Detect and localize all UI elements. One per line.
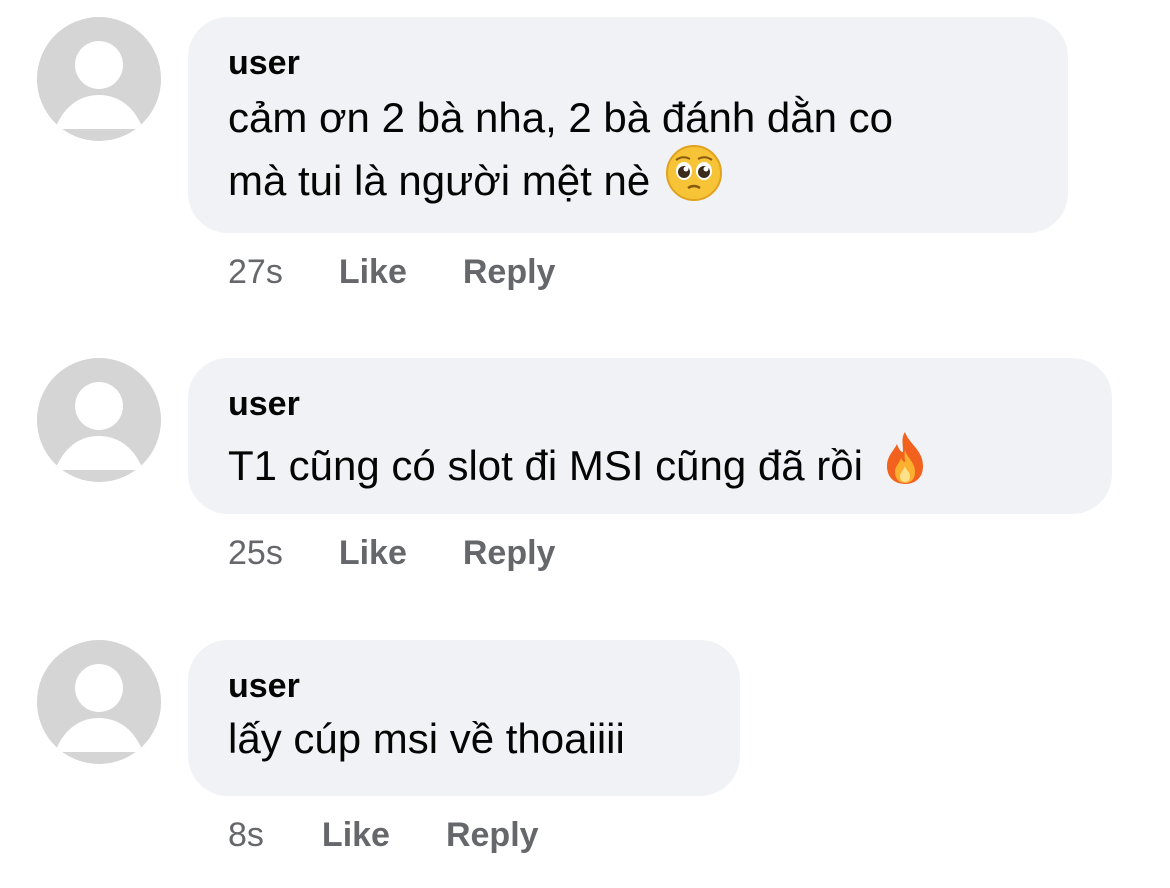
- avatar[interactable]: [37, 17, 161, 141]
- comment-text-line: mà tui là người mệt nè: [228, 157, 651, 204]
- reply-button[interactable]: Reply: [446, 815, 539, 855]
- default-user-icon: [37, 640, 161, 764]
- comment-time: 27s: [228, 253, 283, 291]
- comment-text: T1 cũng có slot đi MSI cũng đã rồi: [228, 430, 1072, 499]
- avatar[interactable]: [37, 640, 161, 764]
- comment-actions: 27s Like Reply: [228, 252, 555, 292]
- comment-text-line: T1 cũng có slot đi MSI cũng đã rồi: [228, 442, 863, 489]
- default-user-icon: [37, 358, 161, 482]
- comment-bubble: user T1 cũng có slot đi MSI cũng đã rồi: [188, 358, 1112, 514]
- comment-author[interactable]: user: [228, 384, 1072, 424]
- comment-bubble: user lấy cúp msi về thoaiiii: [188, 640, 740, 796]
- comment-time: 8s: [228, 816, 264, 854]
- comment-author[interactable]: user: [228, 666, 700, 706]
- comment-bubble: user cảm ơn 2 bà nha, 2 bà đánh dằn co mà…: [188, 17, 1068, 233]
- fire-emoji: [879, 430, 931, 499]
- pleading-face-emoji: [665, 145, 722, 214]
- comment-text: lấy cúp msi về thoaiiii: [228, 715, 625, 762]
- comment-actions: 8s Like Reply: [228, 815, 539, 855]
- comment-actions: 25s Like Reply: [228, 533, 555, 573]
- avatar[interactable]: [37, 358, 161, 482]
- comment-text: cảm ơn 2 bà nha, 2 bà đánh dằn co mà tui …: [228, 91, 1028, 214]
- like-button[interactable]: Like: [339, 533, 407, 573]
- reply-button[interactable]: Reply: [463, 252, 556, 292]
- default-user-icon: [37, 17, 161, 141]
- like-button[interactable]: Like: [322, 815, 390, 855]
- comment-author[interactable]: user: [228, 43, 1028, 83]
- comment-time: 25s: [228, 534, 283, 572]
- comment-text-line: cảm ơn 2 bà nha, 2 bà đánh dằn co: [228, 94, 894, 141]
- reply-button[interactable]: Reply: [463, 533, 556, 573]
- like-button[interactable]: Like: [339, 252, 407, 292]
